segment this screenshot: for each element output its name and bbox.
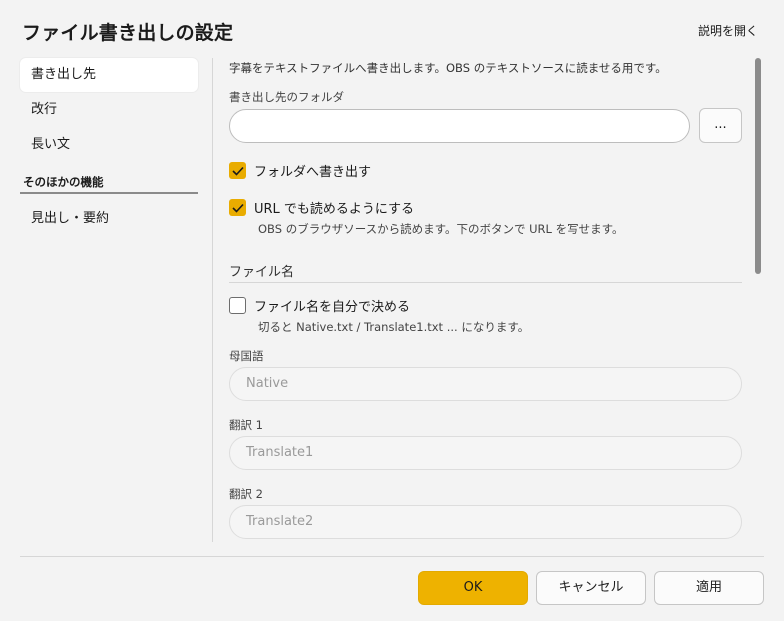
- translation1-input[interactable]: Translate1: [229, 436, 742, 470]
- url-readable-option[interactable]: URL でも読めるようにする: [229, 198, 414, 217]
- url-readable-hint: OBS のブラウザソースから読めます。下のボタンで URL を写せます。: [258, 222, 624, 236]
- checkmark-icon: [231, 203, 244, 213]
- native-language-label: 母国語: [229, 349, 264, 363]
- open-help-link[interactable]: 説明を開く: [698, 22, 758, 39]
- custom-file-name-option[interactable]: ファイル名を自分で決める: [229, 296, 410, 315]
- sidebar-item-long-text[interactable]: 長い文: [20, 128, 198, 162]
- translation1-label: 翻訳 1: [229, 418, 263, 432]
- custom-file-name-label: ファイル名を自分で決める: [254, 300, 411, 315]
- footer-divider: [20, 556, 764, 557]
- panel-scrollbar[interactable]: [755, 58, 761, 274]
- custom-file-name-checkbox[interactable]: [229, 297, 246, 314]
- sidebar-item-line-break[interactable]: 改行: [20, 93, 198, 127]
- translation2-label: 翻訳 2: [229, 487, 263, 501]
- checkmark-icon: [231, 166, 244, 176]
- translation2-input[interactable]: Translate2: [229, 505, 742, 539]
- folder-label: 書き出し先のフォルダ: [229, 90, 344, 104]
- settings-panel: 字幕をテキストファイルへ書き出します。OBS のテキストソースに読ませる用です。…: [229, 58, 742, 542]
- file-name-section-heading: ファイル名: [229, 261, 742, 283]
- apply-button[interactable]: 適用: [654, 571, 764, 605]
- write-to-folder-label: フォルダへ書き出す: [254, 165, 372, 180]
- custom-file-name-hint: 切ると Native.txt / Translate1.txt ... になりま…: [258, 320, 530, 334]
- cancel-button[interactable]: キャンセル: [536, 571, 646, 605]
- url-readable-checkbox[interactable]: [229, 199, 246, 216]
- panel-description: 字幕をテキストファイルへ書き出します。OBS のテキストソースに読ませる用です。: [229, 61, 667, 75]
- ok-button[interactable]: OK: [418, 571, 528, 605]
- dialog-title: ファイル書き出しの設定: [22, 22, 234, 44]
- sidebar-item-heading-summary[interactable]: 見出し・要約: [20, 202, 198, 236]
- sidebar-divider: [212, 58, 213, 542]
- write-to-folder-checkbox[interactable]: [229, 162, 246, 179]
- sidebar-section-other-features: そのほかの機能: [20, 170, 198, 194]
- sidebar-item-output-destination[interactable]: 書き出し先: [20, 58, 198, 92]
- native-language-input[interactable]: Native: [229, 367, 742, 401]
- browse-folder-button[interactable]: ...: [699, 108, 742, 143]
- write-to-folder-option[interactable]: フォルダへ書き出す: [229, 161, 371, 180]
- sidebar-nav: 書き出し先 改行 長い文 そのほかの機能 見出し・要約: [20, 58, 198, 237]
- folder-path-input[interactable]: [229, 109, 690, 143]
- url-readable-label: URL でも読めるようにする: [254, 202, 415, 217]
